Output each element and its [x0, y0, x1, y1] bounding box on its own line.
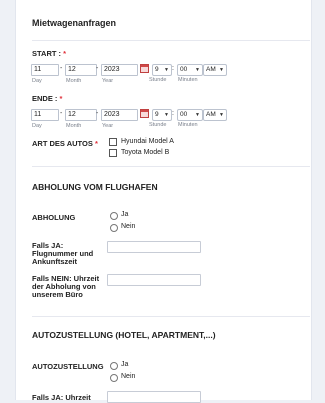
- divider: [32, 166, 310, 167]
- calendar-icon[interactable]: [140, 109, 149, 118]
- hour-sublabel: Stunde: [149, 77, 167, 83]
- hour-sublabel: Stunde: [149, 122, 167, 128]
- car-option-checkbox[interactable]: [109, 138, 117, 146]
- delivery-no-radio[interactable]: [110, 374, 118, 382]
- minute-sublabel: Minuten: [178, 122, 198, 128]
- minute-sublabel: Minuten: [178, 77, 198, 83]
- delivery-no-label: Nein: [121, 373, 136, 380]
- time-separator: :: [172, 65, 174, 72]
- pickup-yes-label: Ja: [121, 211, 129, 218]
- delivery-section-heading: AUTOZUSTELLUNG (HOTEL, APARTMENT,...): [32, 330, 216, 340]
- month-sublabel: Month: [66, 78, 82, 84]
- start-label: START : *: [32, 49, 67, 58]
- date-separator: -: [96, 110, 99, 117]
- delivery-yes-label: Ja: [121, 361, 129, 368]
- chevron-down-icon: ▼: [164, 112, 169, 118]
- airport-section-heading: ABHOLUNG VOM FLUGHAFEN: [32, 182, 158, 192]
- pickup-label: ABHOLUNG: [32, 213, 76, 222]
- form-card: Mietwagenanfragen START : * 11 - 12 - 20…: [15, 0, 312, 403]
- car-option-label: Toyota Model B: [121, 149, 170, 156]
- year-sublabel: Year: [102, 78, 114, 84]
- end-year-input[interactable]: 2023: [101, 109, 138, 121]
- end-hour-select[interactable]: 9 ▼: [152, 109, 172, 121]
- office-pickup-time-label: Falls NEIN: Uhrzeit der Abholung von uns…: [32, 274, 100, 299]
- end-ampm-select[interactable]: AM ▼: [203, 109, 227, 121]
- pickup-no-radio[interactable]: [110, 224, 118, 232]
- month-sublabel: Month: [66, 123, 82, 129]
- end-label: ENDE : *: [32, 94, 63, 103]
- pickup-yes-radio[interactable]: [110, 212, 118, 220]
- start-month-input[interactable]: 12: [65, 64, 97, 76]
- end-month-input[interactable]: 12: [65, 109, 97, 121]
- car-option-label: Hyundai Model A: [121, 138, 174, 145]
- calendar-icon[interactable]: [140, 64, 149, 73]
- date-separator: -: [60, 110, 63, 117]
- delivery-time-input[interactable]: [107, 391, 201, 403]
- car-option-checkbox[interactable]: [109, 149, 117, 157]
- start-ampm-select[interactable]: AM ▼: [203, 64, 227, 76]
- delivery-yes-radio[interactable]: [110, 362, 118, 370]
- car-type-label: ART DES AUTOS *: [32, 139, 98, 148]
- delivery-time-label: Falls JA: Uhrzeit: [32, 393, 91, 402]
- day-sublabel: Day: [32, 78, 42, 84]
- time-separator: :: [172, 110, 174, 117]
- delivery-label: AUTOZUSTELLUNG: [32, 362, 104, 371]
- date-separator: -: [96, 65, 99, 72]
- office-pickup-time-input[interactable]: [107, 274, 201, 286]
- pickup-no-label: Nein: [121, 223, 136, 230]
- start-hour-select[interactable]: 9 ▼: [152, 64, 172, 76]
- end-day-input[interactable]: 11: [31, 109, 59, 121]
- year-sublabel: Year: [102, 123, 114, 129]
- end-minute-select[interactable]: 00 ▼: [177, 109, 203, 121]
- day-sublabel: Day: [32, 123, 42, 129]
- start-year-input[interactable]: 2023: [101, 64, 138, 76]
- flight-number-input[interactable]: [107, 241, 201, 253]
- chevron-down-icon: ▼: [195, 112, 200, 118]
- chevron-down-icon: ▼: [164, 67, 169, 73]
- divider: [32, 316, 310, 317]
- chevron-down-icon: ▼: [219, 112, 224, 118]
- chevron-down-icon: ▼: [195, 67, 200, 73]
- divider: [32, 40, 310, 41]
- date-separator: -: [60, 65, 63, 72]
- form-title: Mietwagenanfragen: [32, 18, 117, 28]
- chevron-down-icon: ▼: [219, 67, 224, 73]
- start-minute-select[interactable]: 00 ▼: [177, 64, 203, 76]
- start-day-input[interactable]: 11: [31, 64, 59, 76]
- flight-number-label: Falls JA: Flugnummer und Ankunftszeit: [32, 241, 94, 266]
